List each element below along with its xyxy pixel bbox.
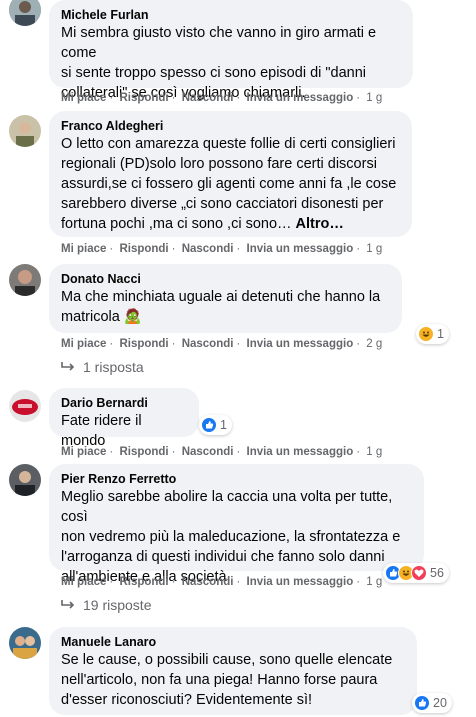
comment-author[interactable]: Franco Aldegheri xyxy=(61,118,400,134)
hide-button[interactable]: Nascondi xyxy=(182,576,234,588)
like-button[interactable]: Mi piace xyxy=(61,576,106,588)
timestamp[interactable]: 1 g xyxy=(366,576,382,588)
reaction-summary[interactable]: 20 xyxy=(412,693,452,713)
comment-actions: Mi piace · Rispondi · Nascondi · Invia un m… xyxy=(61,92,383,104)
comment-bubble: Manuele Lanaro Se le cause, o possibili … xyxy=(49,627,417,715)
like-reaction-icon xyxy=(414,695,430,711)
reaction-summary[interactable]: 1 xyxy=(199,415,232,435)
avatar[interactable] xyxy=(9,464,41,496)
like-button[interactable]: Mi piace xyxy=(61,92,106,104)
comment-bubble: Franco Aldegheri O letto con amarezza qu… xyxy=(49,111,412,237)
love-reaction-icon xyxy=(411,565,427,581)
reaction-count: 20 xyxy=(433,696,447,710)
send-message-button[interactable]: Invia un messaggio xyxy=(247,92,354,104)
comment-actions: Mi piace · Rispondi · Nascondi · Invia un m… xyxy=(61,243,383,255)
comment-bubble: Michele Furlan Mi sembra giusto visto ch… xyxy=(49,0,413,101)
comment-author[interactable]: Donato Nacci xyxy=(61,271,390,287)
view-replies-link[interactable]: 1 risposta xyxy=(61,359,144,375)
avatar[interactable] xyxy=(9,627,41,659)
comment-text: O letto con amarezza queste follie di ce… xyxy=(61,134,400,234)
comment-author[interactable]: Pier Renzo Ferretto xyxy=(61,471,412,487)
avatar[interactable] xyxy=(9,115,41,147)
reply-arrow-icon xyxy=(61,600,75,609)
reaction-count: 1 xyxy=(437,327,444,341)
hide-button[interactable]: Nascondi xyxy=(182,338,234,350)
like-reaction-icon xyxy=(201,417,217,433)
reply-button[interactable]: Rispondi xyxy=(119,338,168,350)
send-message-button[interactable]: Invia un messaggio xyxy=(247,243,354,255)
comment-text: Se le cause, o possibili cause, sono que… xyxy=(61,652,393,708)
reply-arrow-icon xyxy=(61,362,75,371)
send-message-button[interactable]: Invia un messaggio xyxy=(247,338,354,350)
replies-count[interactable]: 19 risposte xyxy=(83,597,151,613)
send-message-button[interactable]: Invia un messaggio xyxy=(247,446,354,458)
avatar[interactable] xyxy=(9,390,41,422)
reaction-count: 56 xyxy=(430,566,444,580)
hide-button[interactable]: Nascondi xyxy=(182,243,234,255)
comment-body: Ma che minchiata uguale ai detenuti che … xyxy=(61,289,381,325)
comment-text: Ma che minchiata uguale ai detenuti che … xyxy=(61,287,390,327)
like-button[interactable]: Mi piace xyxy=(61,446,106,458)
reply-button[interactable]: Rispondi xyxy=(119,446,168,458)
haha-reaction-icon xyxy=(418,326,434,342)
zombie-emoji: 🧟 xyxy=(123,309,142,325)
reaction-count: 1 xyxy=(220,418,227,432)
timestamp[interactable]: 1 g xyxy=(366,243,382,255)
avatar[interactable] xyxy=(9,264,41,296)
reaction-summary[interactable]: 1 xyxy=(416,324,449,344)
avatar[interactable] xyxy=(9,0,41,26)
view-replies-link[interactable]: 19 risposte xyxy=(61,597,151,613)
comment-author[interactable]: Michele Furlan xyxy=(61,7,401,23)
like-button[interactable]: Mi piace xyxy=(61,243,106,255)
timestamp[interactable]: 2 g xyxy=(366,338,382,350)
reply-button[interactable]: Rispondi xyxy=(119,243,168,255)
comment-author[interactable]: Dario Bernardi xyxy=(61,395,187,411)
replies-count[interactable]: 1 risposta xyxy=(83,359,144,375)
hide-button[interactable]: Nascondi xyxy=(182,446,234,458)
hide-button[interactable]: Nascondi xyxy=(182,92,234,104)
comment-bubble: Pier Renzo Ferretto Meglio sarebbe aboli… xyxy=(49,464,424,585)
comment-body: O letto con amarezza queste follie di ce… xyxy=(61,136,397,232)
comment-author[interactable]: Manuele Lanaro xyxy=(61,634,405,650)
send-message-button[interactable]: Invia un messaggio xyxy=(247,576,354,588)
comment-actions: Mi piace · Rispondi · Nascondi · Invia un m… xyxy=(61,446,383,458)
reaction-summary[interactable]: 56 xyxy=(383,563,449,583)
timestamp[interactable]: 1 g xyxy=(366,446,382,458)
comment-bubble: Donato Nacci Ma che minchiata uguale ai … xyxy=(49,264,402,333)
comment-actions: Mi piace · Rispondi · Nascondi · Invia un m… xyxy=(61,338,383,350)
comment-text: Meglio sarebbe abolire la caccia una vol… xyxy=(61,489,401,585)
comment-bubble: Dario Bernardi Fate ridere il mondo xyxy=(49,388,199,449)
reply-button[interactable]: Rispondi xyxy=(119,92,168,104)
comment-actions: Mi piace · Rispondi · Nascondi · Invia un m… xyxy=(61,576,383,588)
see-more-link[interactable]: Altro… xyxy=(296,216,344,232)
timestamp[interactable]: 1 g xyxy=(366,92,382,104)
like-button[interactable]: Mi piace xyxy=(61,338,106,350)
reply-button[interactable]: Rispondi xyxy=(119,576,168,588)
